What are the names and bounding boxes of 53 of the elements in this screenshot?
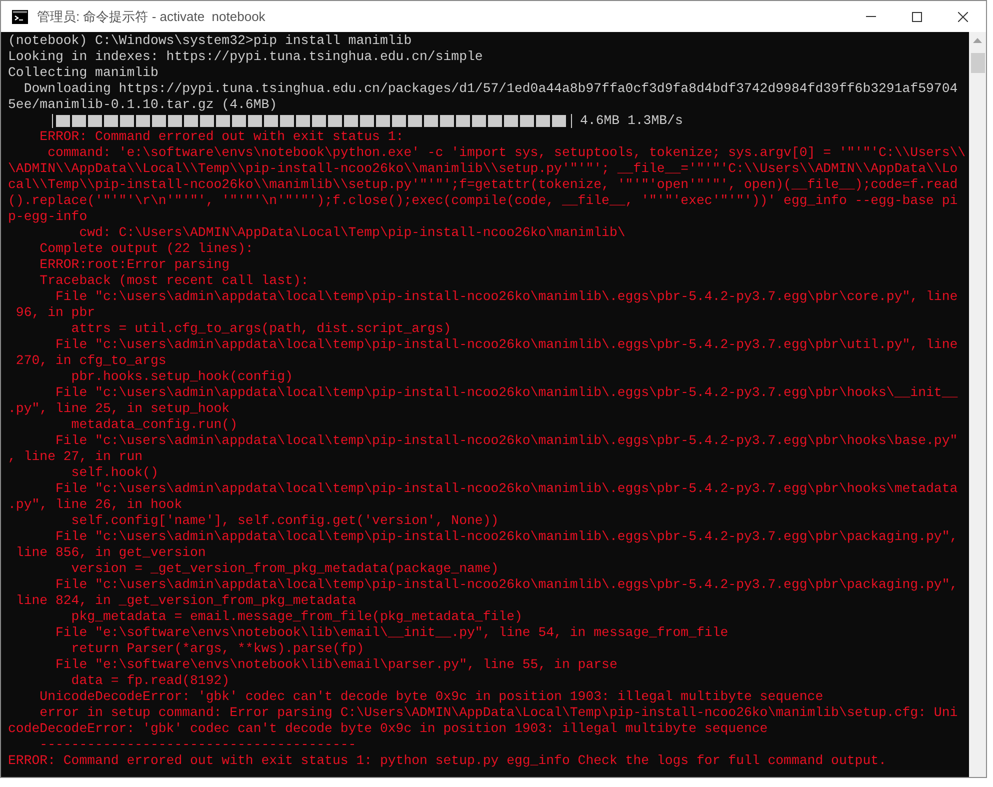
console-line: ERROR:root:Error parsing: [38, 257, 230, 273]
console-line: cal\\Temp\\pip-install-ncoo26ko\\manimlib\\setup.py'"'"';f=getattr(tokenize, '"'"'open'"'"', open)(__file__);code=f.read: [8, 177, 958, 193]
console-line: 96, in pbr: [14, 305, 96, 321]
console-line: Downloading https://pypi.tuna.tsinghua.edu.cn/packages/d1/57/1ed0a44a8b97ffa0cf3d9fa8d4bdf3742d9984fd39ff6b3291af59704: [22, 81, 958, 97]
console-line: Traceback (most recent call last):: [38, 273, 309, 289]
console-line: File "c:\users\admin\appdata\local\temp\pip-install-ncoo26ko\manimlib\.eggs\pbr-5.4.2-py3.7.egg\pbr\hooks\metadata: [54, 481, 958, 497]
console-line: .py", line 25, in setup_hook: [8, 401, 230, 417]
console-line: Collecting manimlib: [8, 65, 158, 81]
console-line: self.config['name'], self.config.get('version', None)): [70, 513, 499, 529]
scroll-up-icon[interactable]: [973, 38, 982, 43]
console-line: File "c:\users\admin\appdata\local\temp\pip-install-ncoo26ko\manimlib\.eggs\pbr-5.4.2-py3.7.egg\pbr\hooks\__init__: [54, 385, 958, 401]
console-line: File "c:\users\admin\appdata\local\temp\pip-install-ncoo26ko\manimlib\.eggs\pbr-5.4.2-py3.7.egg\pbr\packaging.py",: [54, 529, 958, 545]
console-line: cwd: C:\Users\ADMIN\AppData\Local\Temp\pip-install-ncoo26ko\manimlib\: [78, 225, 626, 241]
console-line: line 824, in _get_version_from_pkg_metadata: [14, 593, 356, 609]
console-line: (notebook) C:\Windows\system32>pip install manimlib: [8, 33, 412, 49]
console-line: .py", line 26, in hook: [8, 497, 182, 513]
console-line: File "c:\users\admin\appdata\local\temp\pip-install-ncoo26ko\manimlib\.eggs\pbr-5.4.2-py3.7.egg\pbr\hooks\base.py": [54, 433, 958, 449]
console-line: ERROR: Command errored out with exit status 1: python setup.py egg_info Check the logs for full command output.: [8, 753, 886, 769]
console-line: p-egg-info: [8, 209, 88, 225]
console-line: codeDecodeError: 'gbk' codec can't decode byte 0x9c in position 1903: illegal multibyte sequence: [8, 721, 768, 737]
console-line: ().replace('"'"'\r\n'"'"', '"'"'\n'"'"');f.close();exec(compile(code, __file__, '"'"'exec'"'"'))' egg_info --egg-base pi: [8, 193, 958, 209]
maximize-icon: [912, 12, 922, 22]
minimize-icon: [866, 16, 876, 17]
console-line: \ADMIN\\AppData\\Local\\Temp\\pip-install-ncoo26ko\\manimlib\\setup.py'"'"'; __file__='"'"'C:\\Users\\ADMIN\\AppData\\Lo: [8, 161, 958, 177]
console-line: command: 'e:\software\envs\notebook\python.exe' -c 'import sys, setuptools, tokenize; sys.argv[0] = '"'"'C:\\Users\\: [46, 145, 966, 161]
console-line: version = _get_version_from_pkg_metadata(package_name): [70, 561, 499, 577]
scrollbar-thumb[interactable]: [970, 53, 984, 73]
console-line: File "c:\users\admin\appdata\local\temp\pip-install-ncoo26ko\manimlib\.eggs\pbr-5.4.2-py3.7.egg\pbr\packaging.py",: [54, 577, 958, 593]
terminal-icon: [12, 10, 28, 24]
console-line: error in setup command: Error parsing C:\Users\ADMIN\AppData\Local\Temp\pip-install-ncoo26ko\manimlib\setup.cfg: Uni: [38, 705, 958, 721]
console-line: ----------------------------------------: [38, 737, 356, 753]
console-line: Looking in indexes: https://pypi.tuna.tsinghua.edu.cn/simple: [8, 49, 483, 65]
console-line: , line 27, in run: [8, 449, 143, 465]
close-icon: [958, 12, 968, 22]
console-line: UnicodeDecodeError: 'gbk' codec can't decode byte 0x9c in position 1903: illegal multibyte sequence: [38, 689, 824, 705]
console-line: pbr.hooks.setup_hook(config): [70, 369, 293, 385]
console-line: metadata_config.run(): [70, 417, 238, 433]
console-line: pkg_metadata = email.message_from_file(pkg_metadata_file): [70, 609, 522, 625]
console-line: Complete output (22 lines):: [38, 241, 254, 257]
console-line: File "e:\software\envs\notebook\lib\email\parser.py", line 55, in parse: [54, 657, 618, 673]
console-line: File "c:\users\admin\appdata\local\temp\pip-install-ncoo26ko\manimlib\.eggs\pbr-5.4.2-py3.7.egg\pbr\util.py", line: [54, 337, 958, 353]
console-line: data = fp.read(8192): [70, 673, 230, 689]
console-line: File "e:\software\envs\notebook\lib\email\__init__.py", line 54, in message_from_file: [54, 625, 728, 641]
console-line: 270, in cfg_to_args: [14, 353, 166, 369]
console-line: self.hook(): [70, 465, 158, 481]
console-line: 5ee/manimlib-0.1.10.tar.gz (4.6MB): [8, 97, 278, 113]
console-line: attrs = util.cfg_to_args(path, dist.script_args): [70, 321, 452, 337]
download-stats: 4.6MB 1.3MB/s: [580, 113, 683, 129]
console-line: line 856, in get_version: [14, 545, 206, 561]
console-line: File "c:\users\admin\appdata\local\temp\pip-install-ncoo26ko\manimlib\.eggs\pbr-5.4.2-py3.7.egg\pbr\core.py", line: [54, 289, 958, 305]
window-title: 管理员: 命令提示符 - activate notebook: [37, 8, 266, 26]
console-line: ERROR: Command errored out with exit status 1:: [38, 129, 404, 145]
console-line: return Parser(*args, **kws).parse(fp): [70, 641, 364, 657]
